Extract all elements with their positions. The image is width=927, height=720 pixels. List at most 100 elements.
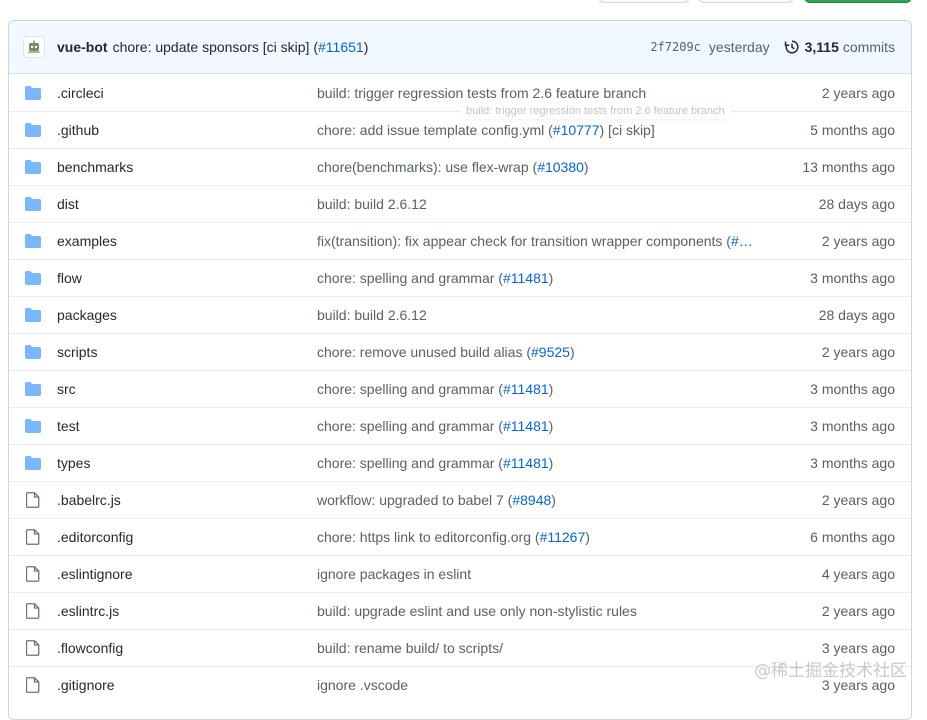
pull-request-link[interactable]: #8948 — [512, 492, 551, 508]
commit-message-link[interactable]: build: build 2.6.12 — [317, 307, 777, 323]
commit-message-end: ) — [584, 159, 589, 175]
commit-pr-link[interactable]: #11651 — [318, 39, 364, 55]
file-icon — [25, 603, 41, 619]
pull-request-link[interactable]: #11481 — [503, 418, 549, 434]
code-button[interactable] — [804, 0, 912, 3]
commit-message-text[interactable]: ignore packages in eslint — [317, 566, 471, 582]
pull-request-link[interactable]: #11481 — [503, 270, 549, 286]
commit-message-link[interactable]: chore(benchmarks): use flex-wrap (#10380… — [317, 159, 777, 175]
file-name-link[interactable]: benchmarks — [57, 159, 317, 175]
pull-request-link[interactable]: #9525 — [531, 344, 570, 360]
commit-message[interactable]: chore: update sponsors [ci skip] (#11651… — [113, 39, 369, 55]
commit-message-text[interactable]: chore: remove unused build alias ( — [317, 344, 531, 360]
commit-message-link[interactable]: fix(transition): fix appear check for tr… — [317, 233, 777, 249]
commit-message-text[interactable]: fix(transition): fix appear check for tr… — [317, 233, 731, 249]
commit-age: 28 days ago — [777, 196, 911, 212]
commit-message-end: ) — [364, 39, 369, 55]
commit-message-text[interactable]: chore: spelling and grammar ( — [317, 270, 503, 286]
file-name-link[interactable]: .babelrc.js — [57, 492, 317, 508]
commit-message-link[interactable]: chore: spelling and grammar (#11481) — [317, 418, 777, 434]
file-name-link[interactable]: test — [57, 418, 317, 434]
file-name-link[interactable]: .flowconfig — [57, 640, 317, 656]
commit-message-link[interactable]: chore: spelling and grammar (#11481) — [317, 270, 777, 286]
commit-age: 3 years ago — [777, 640, 911, 656]
commit-message-link[interactable]: build: trigger regression tests from 2.6… — [317, 85, 777, 101]
file-row[interactable]: packagesbuild: build 2.6.12 28 days ago — [9, 296, 911, 333]
file-row[interactable]: benchmarkschore(benchmarks): use flex-wr… — [9, 148, 911, 185]
pull-request-link[interactable]: #11267 — [540, 529, 586, 545]
commit-age: 2 years ago — [777, 233, 911, 249]
folder-icon — [25, 196, 41, 212]
commit-message-text[interactable]: build: build 2.6.12 — [317, 196, 427, 212]
commit-history-link[interactable]: 3,115 commits — [784, 39, 895, 55]
file-row[interactable]: .babelrc.jsworkflow: upgraded to babel 7… — [9, 481, 911, 518]
file-row[interactable]: .editorconfigchore: https link to editor… — [9, 518, 911, 555]
file-name-link[interactable]: .github — [57, 122, 317, 138]
file-row[interactable]: flowchore: spelling and grammar (#11481)… — [9, 259, 911, 296]
commit-message-end: ) — [549, 270, 554, 286]
avatar[interactable] — [23, 36, 45, 58]
commit-message-text[interactable]: chore: update sponsors [ci skip] ( — [113, 39, 318, 55]
commit-age: 6 months ago — [777, 529, 911, 545]
commit-message-text[interactable]: build: upgrade eslint and use only non-s… — [317, 603, 637, 619]
commit-message-text[interactable]: workflow: upgraded to babel 7 ( — [317, 492, 512, 508]
folder-icon — [25, 122, 41, 138]
commit-message-text[interactable]: build: trigger regression tests from 2.6… — [317, 85, 646, 101]
file-name-link[interactable]: examples — [57, 233, 317, 249]
file-name-link[interactable]: .circleci — [57, 85, 317, 101]
add-file-button[interactable] — [698, 0, 794, 3]
commit-message-text[interactable]: chore: spelling and grammar ( — [317, 381, 503, 397]
folder-icon — [25, 233, 41, 249]
commit-message-link[interactable]: workflow: upgraded to babel 7 (#8948) — [317, 492, 777, 508]
commit-message-link[interactable]: build: rename build/ to scripts/ — [317, 640, 777, 656]
commit-age: 28 days ago — [777, 307, 911, 323]
file-name-link[interactable]: .eslintrc.js — [57, 603, 317, 619]
file-name-link[interactable]: src — [57, 381, 317, 397]
commit-author[interactable]: vue-bot — [57, 39, 108, 55]
commit-message-text[interactable]: chore: https link to editorconfig.org ( — [317, 529, 540, 545]
commit-message-link[interactable]: chore: spelling and grammar (#11481) — [317, 455, 777, 471]
commit-message-link[interactable]: chore: spelling and grammar (#11481) — [317, 381, 777, 397]
commit-message-text[interactable]: chore: add issue template config.yml ( — [317, 122, 553, 138]
commit-message-text[interactable]: build: build 2.6.12 — [317, 307, 427, 323]
go-to-file-button[interactable] — [598, 0, 690, 3]
commit-message-link[interactable]: ignore packages in eslint — [317, 566, 777, 582]
file-name-link[interactable]: flow — [57, 270, 317, 286]
pull-request-link[interactable]: #10380 — [537, 159, 584, 175]
commit-message-text[interactable]: chore(benchmarks): use flex-wrap ( — [317, 159, 537, 175]
file-row[interactable]: srcchore: spelling and grammar (#11481)3… — [9, 370, 911, 407]
commit-message-link[interactable]: chore: https link to editorconfig.org (#… — [317, 529, 777, 545]
file-row[interactable]: distbuild: build 2.6.12 28 days ago — [9, 185, 911, 222]
commit-message-text[interactable]: chore: spelling and grammar ( — [317, 455, 503, 471]
commit-message-link[interactable]: build: build 2.6.12 — [317, 196, 777, 212]
file-row[interactable]: .eslintrc.jsbuild: upgrade eslint and us… — [9, 592, 911, 629]
file-name-link[interactable]: .gitignore — [57, 677, 317, 693]
file-name-link[interactable]: scripts — [57, 344, 317, 360]
commit-message-link[interactable]: build: upgrade eslint and use only non-s… — [317, 603, 777, 619]
file-row[interactable]: .eslintignoreignore packages in eslint4 … — [9, 555, 911, 592]
commit-message-text[interactable]: build: rename build/ to scripts/ — [317, 640, 503, 656]
file-row[interactable]: examplesfix(transition): fix appear chec… — [9, 222, 911, 259]
pull-request-link[interactable]: #11481 — [503, 381, 549, 397]
file-name-link[interactable]: dist — [57, 196, 317, 212]
commit-sha[interactable]: 2f7209c — [650, 40, 701, 54]
pull-request-link[interactable]: #… — [731, 233, 753, 249]
commit-message-link[interactable]: chore: add issue template config.yml (#1… — [317, 122, 777, 138]
file-row[interactable]: scriptschore: remove unused build alias … — [9, 333, 911, 370]
commit-message-text[interactable]: chore: spelling and grammar ( — [317, 418, 503, 434]
pull-request-link[interactable]: #11481 — [503, 455, 549, 471]
file-name-link[interactable]: packages — [57, 307, 317, 323]
commit-message-text[interactable]: ignore .vscode — [317, 677, 408, 693]
commit-message-link[interactable]: chore: remove unused build alias (#9525) — [317, 344, 777, 360]
file-row[interactable]: testchore: spelling and grammar (#11481)… — [9, 407, 911, 444]
file-icon — [25, 677, 41, 693]
file-icon — [25, 566, 41, 582]
commit-message-link[interactable]: ignore .vscode — [317, 677, 777, 693]
file-name-link[interactable]: .eslintignore — [57, 566, 317, 582]
commit-message-end: ) — [549, 455, 554, 471]
file-name-link[interactable]: .editorconfig — [57, 529, 317, 545]
commit-message-end: ) — [570, 344, 575, 360]
file-row[interactable]: typeschore: spelling and grammar (#11481… — [9, 444, 911, 481]
file-name-link[interactable]: types — [57, 455, 317, 471]
pull-request-link[interactable]: #10777 — [553, 122, 600, 138]
